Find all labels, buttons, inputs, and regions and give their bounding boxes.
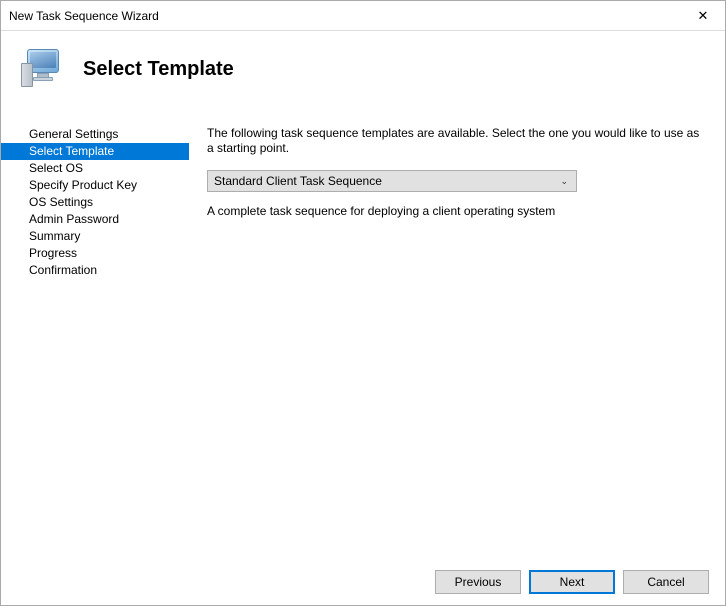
wizard-steps-sidebar: General Settings Select Template Select …: [1, 106, 189, 559]
close-icon: ✕: [698, 8, 709, 24]
computer-icon: [21, 47, 65, 91]
dropdown-selected-text: Standard Client Task Sequence: [214, 174, 560, 188]
template-description: A complete task sequence for deploying a…: [207, 204, 703, 219]
sidebar-item-summary[interactable]: Summary: [1, 228, 189, 245]
next-button[interactable]: Next: [529, 570, 615, 594]
sidebar-item-general-settings[interactable]: General Settings: [1, 126, 189, 143]
sidebar-item-select-template[interactable]: Select Template: [1, 143, 189, 160]
sidebar-item-select-os[interactable]: Select OS: [1, 160, 189, 177]
window-title: New Task Sequence Wizard: [9, 9, 159, 23]
main-panel: The following task sequence templates ar…: [189, 106, 725, 559]
previous-button[interactable]: Previous: [435, 570, 521, 594]
wizard-window: New Task Sequence Wizard ✕ Select Templa…: [0, 0, 726, 606]
instruction-text: The following task sequence templates ar…: [207, 126, 703, 156]
sidebar-item-specify-product-key[interactable]: Specify Product Key: [1, 177, 189, 194]
wizard-header: Select Template: [1, 31, 725, 105]
close-button[interactable]: ✕: [681, 1, 725, 30]
sidebar-item-confirmation[interactable]: Confirmation: [1, 262, 189, 279]
titlebar: New Task Sequence Wizard ✕: [1, 1, 725, 31]
chevron-down-icon: ⌄: [560, 176, 568, 187]
page-title: Select Template: [83, 58, 234, 81]
content-area: General Settings Select Template Select …: [1, 105, 725, 559]
sidebar-item-progress[interactable]: Progress: [1, 245, 189, 262]
cancel-button[interactable]: Cancel: [623, 570, 709, 594]
template-dropdown[interactable]: Standard Client Task Sequence ⌄: [207, 170, 577, 192]
sidebar-item-os-settings[interactable]: OS Settings: [1, 194, 189, 211]
sidebar-item-admin-password[interactable]: Admin Password: [1, 211, 189, 228]
wizard-footer: Previous Next Cancel: [1, 559, 725, 605]
